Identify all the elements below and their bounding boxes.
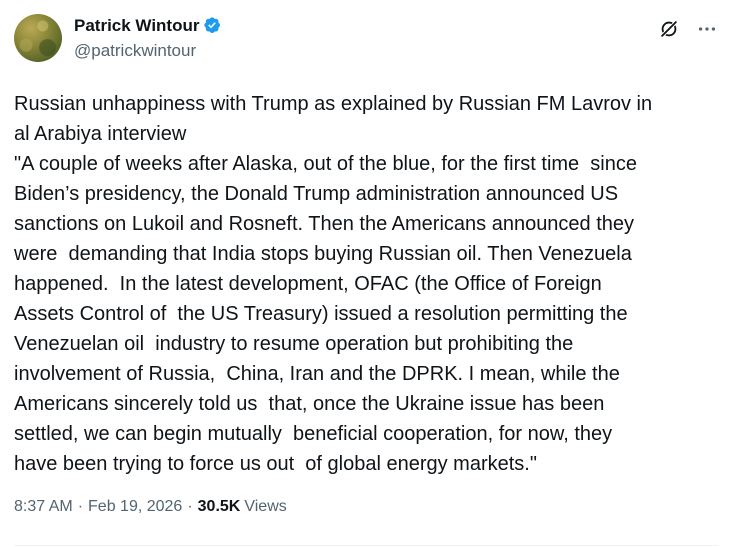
tweet-meta: 8:37 AM · Feb 19, 2026 · 30.5K Views: [14, 498, 287, 516]
display-name[interactable]: Patrick Wintour: [74, 16, 199, 36]
views-count[interactable]: 30.5K: [198, 498, 241, 516]
grok-icon[interactable]: [658, 18, 680, 40]
verified-badge-icon[interactable]: [203, 16, 223, 36]
top-actions: [658, 18, 718, 40]
name-row: Patrick Wintour: [74, 14, 223, 38]
tweet-time[interactable]: 8:37 AM: [14, 498, 73, 516]
tweet-text: Russian unhappiness with Trump as explai…: [14, 93, 653, 475]
tweet-date[interactable]: Feb 19, 2026: [88, 498, 182, 516]
meta-separator: ·: [187, 498, 193, 515]
avatar[interactable]: [14, 14, 62, 62]
user-block: Patrick Wintour @patrickwintour: [74, 14, 223, 61]
tweet: Patrick Wintour @patrickwintour Russian …: [0, 0, 732, 547]
meta-separator: ·: [77, 498, 84, 515]
views-label: Views: [244, 498, 287, 515]
divider: [14, 545, 718, 546]
more-options-icon[interactable]: [696, 18, 718, 40]
handle[interactable]: @patrickwintour: [74, 41, 223, 61]
